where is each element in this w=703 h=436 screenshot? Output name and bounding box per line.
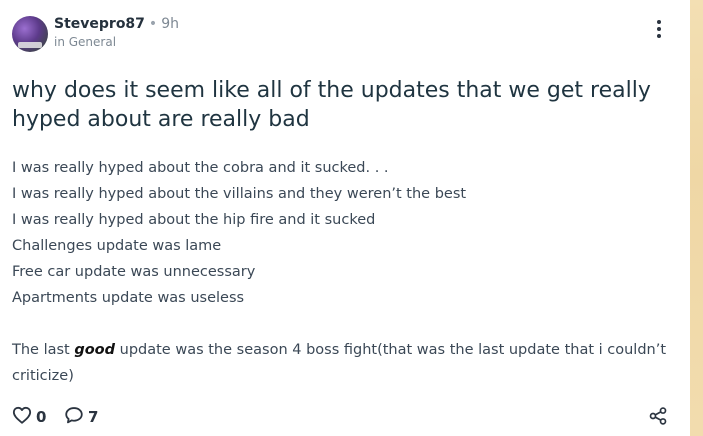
comment-count: 7 [88, 408, 99, 426]
right-edge-background [690, 0, 703, 436]
post-line: I was really hyped about the cobra and i… [12, 160, 389, 176]
avatar[interactable] [12, 16, 48, 52]
more-vertical-icon[interactable] [652, 18, 666, 42]
menu-dot [657, 27, 661, 31]
post-title[interactable]: why does it seem like all of the updates… [12, 76, 672, 134]
author-line: Stevepro87 • 9h [54, 16, 179, 32]
post-line: Challenges update was lame [12, 238, 222, 254]
author-name[interactable]: Stevepro87 [54, 16, 145, 32]
like-button[interactable]: 0 [12, 406, 46, 428]
post-line: Free car update was unnecessary [12, 264, 256, 280]
post-card: Stevepro87 • 9h in General why does it see… [0, 0, 690, 436]
post-line: Apartments update was useless [12, 290, 245, 306]
separator-dot: • [148, 16, 158, 32]
avatar-badge [18, 42, 42, 48]
post-category[interactable]: in General [54, 35, 116, 49]
speech-bubble-icon [64, 406, 84, 428]
post-final-paragraph: The last good update was the season 4 bo… [12, 337, 682, 389]
paragraph-text-before: The last [12, 342, 75, 358]
comment-button[interactable]: 7 [64, 406, 98, 428]
heart-outline-icon [12, 406, 32, 428]
emphasized-word: good [74, 342, 116, 358]
post-line: I was really hyped about the villains an… [12, 186, 467, 202]
share-icon[interactable] [648, 406, 668, 430]
menu-dot [657, 34, 661, 38]
menu-dot [657, 20, 661, 24]
post-line: I was really hyped about the hip fire an… [12, 212, 376, 228]
post-body: I was really hyped about the cobra and i… [12, 155, 682, 389]
post-footer: 0 7 [12, 404, 682, 430]
post-time: 9h [161, 16, 179, 32]
like-count: 0 [36, 408, 47, 426]
